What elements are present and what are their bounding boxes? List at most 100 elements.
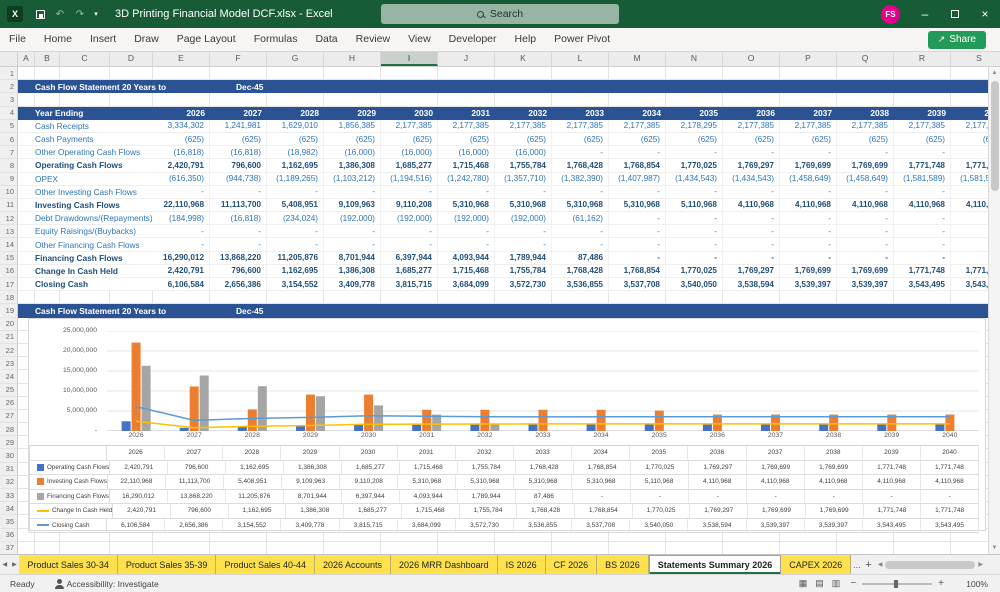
page-break-view-icon[interactable]: ▥: [832, 578, 841, 589]
cell-value[interactable]: 1,162,695: [267, 265, 324, 278]
cell-value[interactable]: -: [837, 225, 894, 238]
cell-value[interactable]: (16,000): [438, 146, 495, 159]
cell[interactable]: [780, 67, 837, 80]
cell-value[interactable]: 3,539,397: [837, 278, 894, 291]
cell[interactable]: [18, 238, 35, 251]
cell[interactable]: [18, 199, 35, 212]
column-header-o[interactable]: O: [723, 52, 780, 66]
cell-value[interactable]: -: [609, 186, 666, 199]
column-header-b[interactable]: B: [35, 52, 60, 66]
hscroll-left-icon[interactable]: ◀: [875, 561, 886, 568]
cell-value[interactable]: (234,024): [267, 212, 324, 225]
cell-value[interactable]: 3,538,594: [723, 278, 780, 291]
cell[interactable]: [267, 542, 324, 554]
cell-value[interactable]: (1,581,589): [894, 173, 951, 186]
column-header-e[interactable]: E: [153, 52, 210, 66]
cell-value[interactable]: (625): [780, 133, 837, 146]
restore-button[interactable]: [940, 0, 970, 28]
cell[interactable]: [381, 291, 438, 304]
cell[interactable]: [18, 278, 35, 291]
cell[interactable]: [609, 93, 666, 106]
cell-value[interactable]: -: [381, 186, 438, 199]
cell[interactable]: [609, 67, 666, 80]
cell-value[interactable]: 1,386,308: [324, 265, 381, 278]
cell[interactable]: [381, 67, 438, 80]
cell[interactable]: [267, 93, 324, 106]
ribbon-tab-draw[interactable]: Draw: [125, 28, 168, 51]
ribbon-tab-power-pivot[interactable]: Power Pivot: [545, 28, 619, 51]
cell-value[interactable]: 3,815,715: [381, 278, 438, 291]
column-header-m[interactable]: M: [609, 52, 666, 66]
excel-app-icon[interactable]: X: [7, 6, 23, 22]
cell-value[interactable]: 2,178,295: [666, 120, 723, 133]
cell[interactable]: [381, 542, 438, 554]
cell-value[interactable]: -: [324, 186, 381, 199]
cell[interactable]: [267, 291, 324, 304]
cell-value[interactable]: 87,486: [552, 252, 609, 265]
cell[interactable]: [110, 67, 153, 80]
cell-value[interactable]: -: [780, 212, 837, 225]
cell-value[interactable]: (1,407,987): [609, 173, 666, 186]
year-cell-2029[interactable]: 2029: [324, 108, 381, 118]
cell-value[interactable]: (625): [153, 133, 210, 146]
year-cell-2036[interactable]: 2036: [723, 108, 780, 118]
row-header-23[interactable]: 23: [0, 357, 18, 370]
row-header-34[interactable]: 34: [0, 502, 18, 515]
row-header-8[interactable]: 8: [0, 159, 18, 172]
cell[interactable]: [18, 120, 35, 133]
cell-value[interactable]: 1,789,944: [495, 252, 552, 265]
zoom-out-button[interactable]: −: [850, 578, 856, 589]
minimize-button[interactable]: –: [910, 0, 940, 28]
ribbon-tab-view[interactable]: View: [399, 28, 440, 51]
cell-value[interactable]: (625): [267, 133, 324, 146]
cell-value[interactable]: (625): [894, 133, 951, 146]
undo-button[interactable]: ↶: [51, 5, 69, 23]
avatar[interactable]: FS: [881, 5, 900, 24]
row-header-11[interactable]: 11: [0, 199, 18, 212]
cell-value[interactable]: -: [609, 146, 666, 159]
row-header-30[interactable]: 30: [0, 449, 18, 462]
cell-value[interactable]: (184,998): [153, 212, 210, 225]
sheet-nav-left-icon[interactable]: ◀: [0, 555, 10, 574]
cell[interactable]: [18, 133, 35, 146]
cell-value[interactable]: 3,543,495: [894, 278, 951, 291]
cell-value[interactable]: -: [780, 186, 837, 199]
cell-value[interactable]: 5,310,968: [438, 199, 495, 212]
cell-value[interactable]: (625): [381, 133, 438, 146]
cell[interactable]: [110, 291, 153, 304]
cell-value[interactable]: (1,434,543): [666, 173, 723, 186]
cell[interactable]: [267, 67, 324, 80]
cell-value[interactable]: -: [837, 252, 894, 265]
cell-value[interactable]: -: [666, 252, 723, 265]
ribbon-tab-developer[interactable]: Developer: [440, 28, 506, 51]
cell[interactable]: [18, 225, 35, 238]
cell-value[interactable]: -: [723, 146, 780, 159]
cell-value[interactable]: -: [153, 238, 210, 251]
cell-value[interactable]: 2,177,385: [552, 120, 609, 133]
cell-value[interactable]: 4,110,968: [837, 199, 894, 212]
cell-value[interactable]: 9,110,208: [381, 199, 438, 212]
cell[interactable]: [210, 542, 267, 554]
cell[interactable]: [666, 542, 723, 554]
cell-value[interactable]: (616,350): [153, 173, 210, 186]
cell-value[interactable]: 3,572,730: [495, 278, 552, 291]
row-header-1[interactable]: 1: [0, 67, 18, 80]
cell-value[interactable]: -: [666, 238, 723, 251]
cell-value[interactable]: 796,600: [210, 159, 267, 172]
row-header-19[interactable]: 19: [0, 304, 18, 317]
cell-value[interactable]: -: [495, 186, 552, 199]
cell[interactable]: [609, 542, 666, 554]
cell-value[interactable]: 22,110,968: [153, 199, 210, 212]
column-header-k[interactable]: K: [495, 52, 552, 66]
cell[interactable]: [837, 93, 894, 106]
cell[interactable]: [894, 542, 951, 554]
ribbon-tab-file[interactable]: File: [0, 28, 35, 51]
cell-value[interactable]: 5,310,968: [609, 199, 666, 212]
cell-value[interactable]: 5,408,951: [267, 199, 324, 212]
cell-value[interactable]: -: [666, 225, 723, 238]
cell-value[interactable]: 11,113,700: [210, 199, 267, 212]
column-header-a[interactable]: A: [18, 52, 35, 66]
cell-value[interactable]: 3,409,778: [324, 278, 381, 291]
cell[interactable]: [324, 542, 381, 554]
cell-value[interactable]: -: [723, 225, 780, 238]
